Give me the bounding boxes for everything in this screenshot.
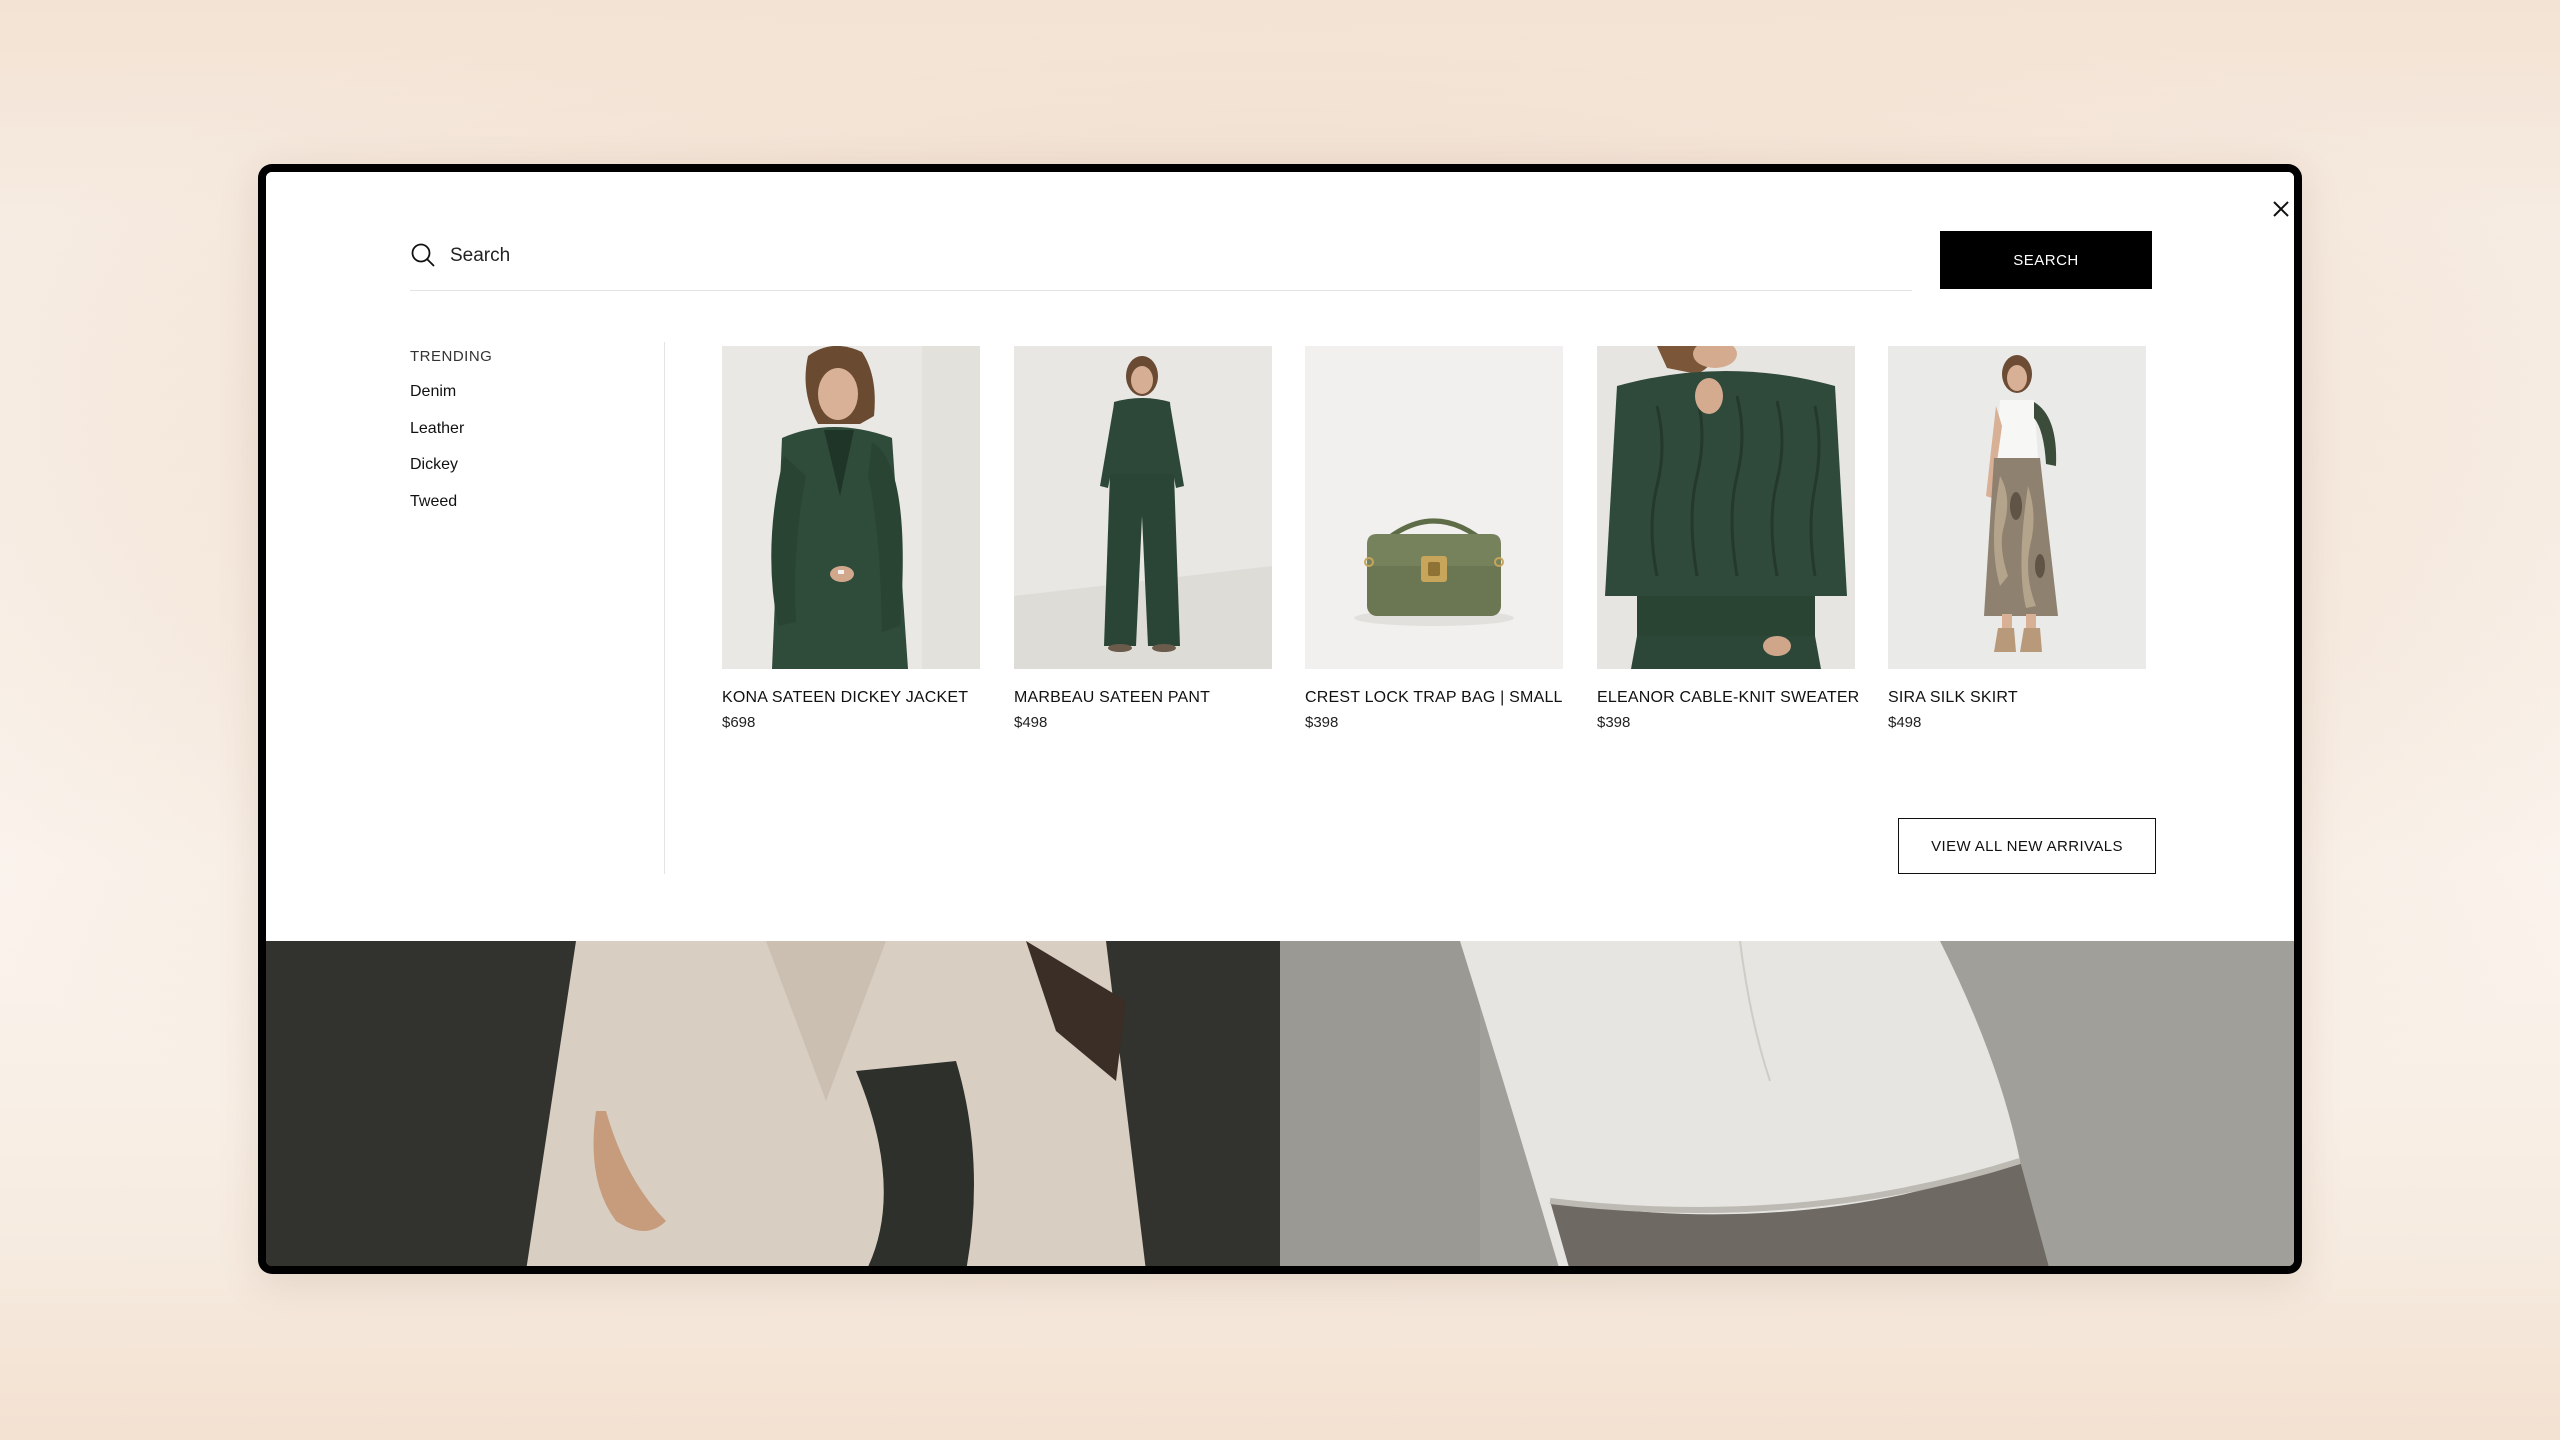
- search-overlay-panel: SEARCH TRENDING Denim Leather Dickey Twe…: [266, 172, 2294, 941]
- trending-list: Denim Leather Dickey Tweed: [410, 382, 650, 528]
- close-icon: [2273, 201, 2289, 217]
- product-price: $398: [1597, 714, 1631, 731]
- product-card[interactable]: CREST LOCK TRAP BAG | SMALL $398: [1305, 346, 1563, 731]
- product-name: ELEANOR CABLE-KNIT SWEATER: [1597, 689, 1860, 706]
- trending-item-denim[interactable]: Denim: [410, 382, 650, 419]
- search-button[interactable]: SEARCH: [1940, 231, 2152, 289]
- product-price: $498: [1014, 714, 1048, 731]
- device-frame: SEARCH TRENDING Denim Leather Dickey Twe…: [258, 164, 2302, 1274]
- product-image[interactable]: [1305, 346, 1563, 669]
- trending-item-dickey[interactable]: Dickey: [410, 455, 650, 492]
- background-glow-bottom: [0, 1270, 2560, 1440]
- trending-item-leather[interactable]: Leather: [410, 419, 650, 456]
- product-card[interactable]: MARBEAU SATEEN PANT $498: [1014, 346, 1272, 731]
- product-image[interactable]: [1888, 346, 2146, 669]
- trending-item-tweed[interactable]: Tweed: [410, 492, 650, 529]
- product-price: $698: [722, 714, 756, 731]
- product-image[interactable]: [1014, 346, 1272, 669]
- product-name: CREST LOCK TRAP BAG | SMALL: [1305, 689, 1563, 706]
- hero-image-left[interactable]: [266, 941, 1280, 1266]
- product-price: $498: [1888, 714, 1922, 731]
- trending-section: TRENDING Denim Leather Dickey Tweed: [410, 348, 650, 528]
- vertical-divider: [664, 342, 665, 874]
- search-icon: [411, 243, 435, 267]
- hero-image-right[interactable]: [1280, 941, 2294, 1266]
- trending-heading: TRENDING: [410, 348, 493, 365]
- product-card[interactable]: SIRA SILK SKIRT $498: [1888, 346, 2146, 731]
- product-name: KONA SATEEN DICKEY JACKET: [722, 689, 969, 706]
- product-image[interactable]: [1597, 346, 1855, 669]
- search-input[interactable]: [450, 236, 1890, 276]
- product-image[interactable]: [722, 346, 980, 669]
- product-card[interactable]: KONA SATEEN DICKEY JACKET $698: [722, 346, 980, 731]
- close-button[interactable]: [2266, 194, 2294, 224]
- product-grid: KONA SATEEN DICKEY JACKET $698 MARBEAU S…: [722, 346, 2154, 766]
- product-name: SIRA SILK SKIRT: [1888, 689, 2018, 706]
- product-name: MARBEAU SATEEN PANT: [1014, 689, 1211, 706]
- view-all-new-arrivals-button[interactable]: VIEW ALL NEW ARRIVALS: [1898, 818, 2156, 874]
- browser-screen: SEARCH TRENDING Denim Leather Dickey Twe…: [266, 172, 2294, 1266]
- search-bar: [410, 232, 1912, 291]
- product-price: $398: [1305, 714, 1339, 731]
- product-card[interactable]: ELEANOR CABLE-KNIT SWEATER $398: [1597, 346, 1860, 731]
